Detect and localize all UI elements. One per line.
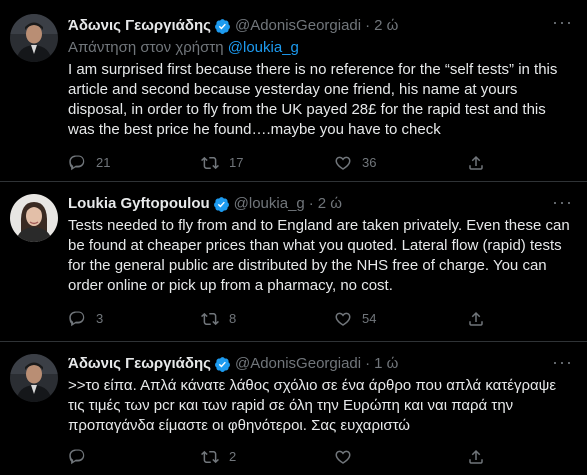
author-name[interactable]: Άδωνις Γεωργιάδης — [68, 16, 211, 36]
heart-icon — [335, 312, 351, 326]
reply-icon — [69, 155, 85, 171]
heart-icon — [335, 156, 351, 170]
verified-badge-icon — [214, 18, 231, 35]
share-button[interactable] — [467, 448, 495, 466]
verified-badge-icon — [214, 356, 231, 373]
author-handle[interactable]: @AdonisGeorgiadi — [235, 354, 361, 374]
tweet-header: Loukia Gyftopoulou @loukia_g · 2 ώ — [68, 194, 571, 214]
retweet-icon — [201, 312, 219, 326]
separator-dot: · — [308, 195, 314, 212]
reply-count: 3 — [96, 311, 104, 326]
retweet-count: 2 — [229, 449, 237, 464]
tweet[interactable]: Άδωνις Γεωργιάδης @AdonisGeorgiadi · 2 ώ… — [0, 0, 587, 182]
avatar[interactable] — [10, 14, 58, 62]
author-name[interactable]: Loukia Gyftopoulou — [68, 194, 210, 214]
author-name[interactable]: Άδωνις Γεωργιάδης — [68, 354, 211, 374]
reply-button[interactable]: 21 — [68, 154, 201, 172]
timestamp[interactable]: 1 ώ — [374, 354, 398, 374]
tweet-actions: 3 8 54 — [68, 310, 571, 328]
tweet-header: Άδωνις Γεωργιάδης @AdonisGeorgiadi · 2 ώ — [68, 16, 571, 36]
share-icon — [469, 311, 483, 326]
share-button[interactable] — [467, 154, 495, 172]
avatar[interactable] — [10, 194, 58, 242]
retweet-button[interactable]: 8 — [201, 310, 334, 328]
share-button[interactable] — [467, 310, 495, 328]
tweet-actions: 2 — [68, 448, 571, 466]
reply-button[interactable] — [68, 448, 201, 466]
replying-prefix: Απάντηση στον χρήστη — [68, 39, 224, 56]
more-icon[interactable]: ··· — [552, 12, 573, 32]
tweet[interactable]: Loukia Gyftopoulou @loukia_g · 2 ώ ··· T… — [0, 182, 587, 342]
reply-icon — [69, 311, 85, 327]
more-icon[interactable]: ··· — [552, 192, 573, 212]
author-handle[interactable]: @loukia_g — [234, 194, 305, 214]
tweet-text: I am surprised first because there is no… — [68, 61, 558, 138]
share-icon — [469, 449, 483, 464]
tweet-text: Tests needed to fly from and to England … — [68, 217, 570, 294]
tweet-header: Άδωνις Γεωργιάδης @AdonisGeorgiadi · 1 ώ — [68, 354, 571, 374]
like-button[interactable]: 36 — [334, 154, 467, 172]
retweet-button[interactable]: 2 — [201, 448, 334, 466]
separator-dot: · — [365, 17, 371, 34]
like-count: 36 — [362, 155, 377, 170]
retweet-icon — [201, 450, 219, 464]
replying-to: Απάντηση στον χρήστη @loukia_g — [68, 38, 571, 58]
separator-dot: · — [365, 355, 371, 372]
heart-icon — [335, 450, 351, 464]
like-button[interactable] — [334, 448, 467, 466]
timestamp[interactable]: 2 ώ — [374, 16, 398, 36]
more-icon[interactable]: ··· — [552, 352, 573, 372]
timestamp[interactable]: 2 ώ — [318, 194, 342, 214]
tweet-text: >>το είπα. Απλά κάνατε λάθος σχόλιο σε έ… — [68, 377, 557, 434]
reply-icon — [69, 449, 85, 465]
reply-button[interactable]: 3 — [68, 310, 201, 328]
share-icon — [469, 155, 483, 170]
retweet-icon — [201, 156, 219, 170]
author-handle[interactable]: @AdonisGeorgiadi — [235, 16, 361, 36]
avatar[interactable] — [10, 354, 58, 402]
like-button[interactable]: 54 — [334, 310, 467, 328]
tweet-actions: 21 17 36 — [68, 154, 571, 172]
tweet[interactable]: Άδωνις Γεωργιάδης @AdonisGeorgiadi · 1 ώ… — [0, 342, 587, 475]
mention-link[interactable]: @loukia_g — [228, 39, 299, 56]
like-count: 54 — [362, 311, 377, 326]
verified-badge-icon — [213, 196, 230, 213]
retweet-button[interactable]: 17 — [201, 154, 334, 172]
retweet-count: 8 — [229, 311, 237, 326]
retweet-count: 17 — [229, 155, 244, 170]
reply-count: 21 — [96, 155, 111, 170]
